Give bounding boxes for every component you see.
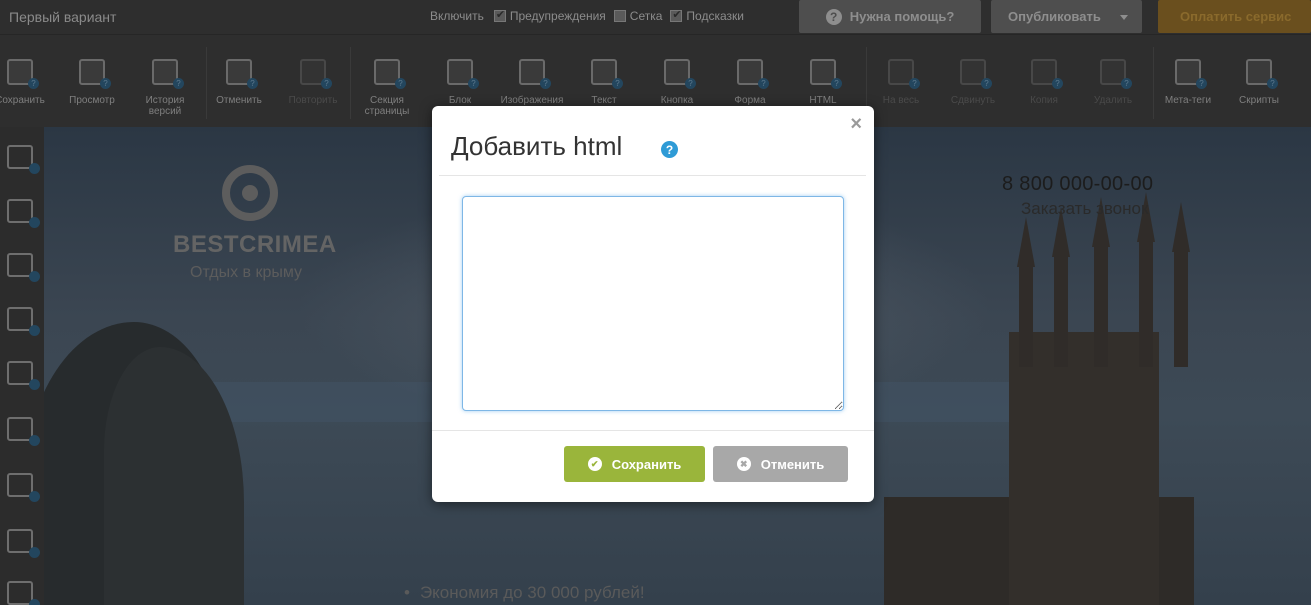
tool-text[interactable]: ? Текст	[569, 59, 639, 106]
promo-bullet: Экономия до 30 000 рублей!	[404, 583, 645, 603]
save-icon: ?	[7, 59, 39, 89]
cancel-button[interactable]: ✖ Отменить	[713, 446, 848, 482]
map-pin-icon[interactable]	[7, 529, 40, 558]
tool-form[interactable]: ? Форма	[715, 59, 785, 106]
scripts-icon: ?	[1246, 59, 1278, 89]
editor-toggles: Включить Предупреждения Сетка Подсказки	[430, 8, 752, 23]
gallery-icon[interactable]	[7, 361, 40, 390]
check-circle-icon: ✔	[587, 457, 602, 471]
top-bar: Первый вариант Включить Предупреждения С…	[0, 0, 1311, 34]
help-icon[interactable]: ?	[661, 141, 678, 158]
block-icon: ?	[447, 59, 479, 89]
tool-button[interactable]: ? Кнопка	[642, 59, 712, 106]
tool-scripts[interactable]: ? Скрипты	[1224, 59, 1294, 106]
tool-undo[interactable]: ? Отменить	[204, 59, 274, 106]
undo-icon: ?	[226, 59, 258, 89]
fullwidth-icon: ?	[888, 59, 920, 89]
toggle-warnings[interactable]: Предупреждения	[493, 8, 606, 23]
tool-meta-tags[interactable]: ? Мета-теги	[1153, 59, 1223, 106]
form-icon: ?	[737, 59, 769, 89]
chevron-down-icon[interactable]	[1120, 15, 1128, 20]
tool-copy[interactable]: ? Копия	[1009, 59, 1079, 106]
phone-number: 8 800 000-00-00	[1002, 173, 1154, 195]
tool-block[interactable]: ? Блок	[425, 59, 495, 106]
left-sidebar	[0, 127, 44, 605]
add-html-modal: × Добавить html ? ✔ Сохранить ✖ Отменить	[432, 106, 874, 502]
tool-redo[interactable]: ? Повторить	[278, 59, 348, 106]
save-button[interactable]: ✔ Сохранить	[564, 446, 705, 482]
window-icon[interactable]	[7, 307, 40, 336]
checkbox-icon[interactable]	[670, 8, 683, 22]
modal-title: Добавить html	[451, 131, 623, 161]
checkbox-icon[interactable]	[613, 10, 626, 22]
image-icon: ?	[519, 59, 551, 89]
redo-icon: ?	[300, 59, 332, 89]
brand-tagline: Отдых в крыму	[190, 264, 303, 281]
preview-icon: ?	[79, 59, 111, 89]
toggle-grid[interactable]: Сетка	[613, 9, 662, 23]
tool-fullwidth[interactable]: ? На весь	[866, 59, 936, 106]
meta-tags-icon: ?	[1175, 59, 1207, 89]
video-icon[interactable]	[7, 417, 40, 446]
help-button[interactable]: ? Нужна помощь?	[799, 0, 981, 33]
divider	[432, 430, 874, 431]
pay-service-button[interactable]: Оплатить сервис	[1158, 0, 1311, 33]
font-icon[interactable]	[7, 581, 40, 605]
seo-icon[interactable]	[7, 253, 40, 282]
mail-icon[interactable]	[7, 199, 40, 228]
close-icon[interactable]: ×	[850, 114, 862, 134]
delete-icon: ?	[1100, 59, 1132, 89]
publish-button[interactable]: Опубликовать	[991, 0, 1142, 33]
copy-icon: ?	[1031, 59, 1063, 89]
html-icon: ?	[810, 59, 842, 89]
html-code-input[interactable]	[462, 196, 844, 411]
tool-shift[interactable]: ? Сдвинуть	[938, 59, 1008, 106]
brand-name: BESTCRIMEA	[173, 231, 337, 258]
tool-delete[interactable]: ? Удалить	[1078, 59, 1148, 106]
text-icon: ?	[591, 59, 623, 89]
checkbox-icon[interactable]	[493, 8, 506, 22]
page-settings-icon[interactable]	[7, 145, 40, 174]
document-title: Первый вариант	[9, 9, 117, 25]
callback-link[interactable]: Заказать звонок	[1021, 199, 1148, 219]
history-icon: ?	[152, 59, 184, 89]
tool-history[interactable]: ? История версий	[130, 59, 200, 117]
divider	[439, 175, 866, 176]
button-icon: ?	[664, 59, 696, 89]
x-circle-icon: ✖	[736, 457, 751, 471]
tool-save[interactable]: ? Сохранить	[0, 59, 55, 106]
tool-html[interactable]: ? HTML	[788, 59, 858, 106]
shift-icon: ?	[960, 59, 992, 89]
section-icon: ?	[374, 59, 406, 89]
question-icon: ?	[825, 8, 842, 25]
tool-section[interactable]: ? Секция страницы	[352, 59, 422, 117]
toggle-hints[interactable]: Подсказки	[670, 8, 744, 23]
brand-logo-icon	[222, 165, 278, 221]
toggles-label: Включить	[430, 9, 484, 23]
tool-images[interactable]: ? Изображения	[497, 59, 567, 106]
tool-preview[interactable]: ? Просмотр	[57, 59, 127, 106]
slider-icon[interactable]	[7, 473, 40, 502]
